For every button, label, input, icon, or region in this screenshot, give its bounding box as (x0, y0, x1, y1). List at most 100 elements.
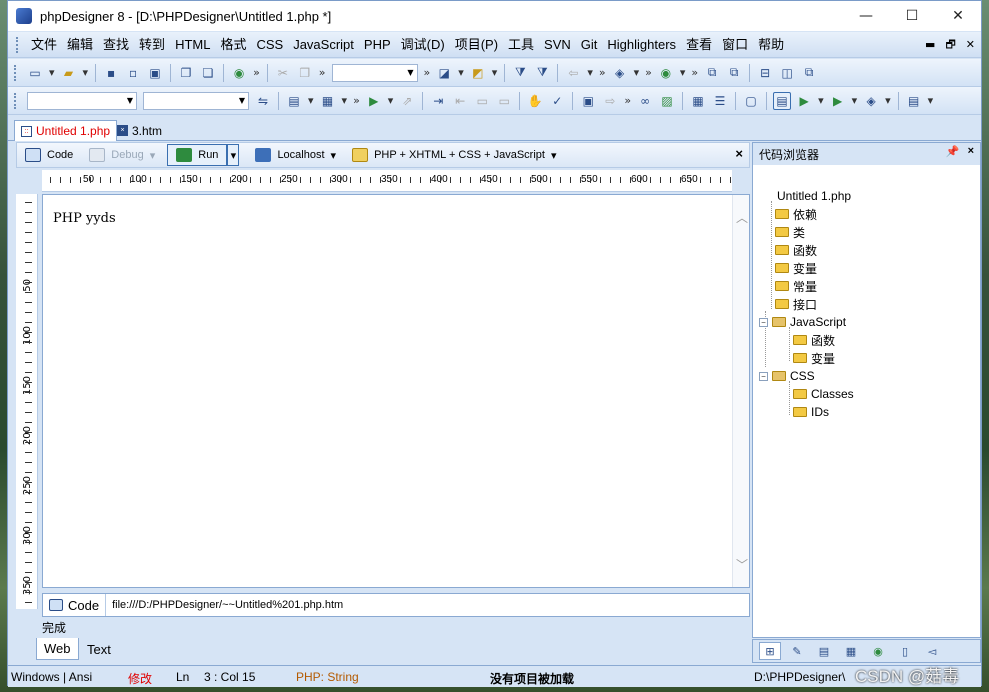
run-dropdown[interactable]: ▾ (227, 144, 240, 166)
overflow-icon[interactable]: » (645, 66, 652, 79)
menu-debug[interactable]: 调试(D) (396, 32, 450, 58)
preview-url[interactable]: file:///D:/PHPDesigner/~~Untitled%201.ph… (106, 599, 343, 611)
tag-tab-icon[interactable]: ◅ (921, 642, 943, 660)
table-icon[interactable]: ▦ (689, 92, 707, 110)
tab-untitled-1-php[interactable]: :: Untitled 1.php (14, 120, 118, 141)
snippet-icon[interactable]: ◩ (469, 64, 487, 82)
validate-icon[interactable]: ◈ (611, 64, 629, 82)
run-button[interactable]: Run (167, 144, 228, 166)
chevron-down-icon[interactable]: ▾ (388, 94, 394, 107)
tab-3-htm[interactable]: × 3.htm (111, 120, 168, 141)
tree-node-js-functions[interactable]: 函数 (793, 331, 835, 349)
chevron-down-icon[interactable]: ▾ (492, 66, 498, 79)
debug-arrow-icon[interactable]: ▶ (365, 92, 383, 110)
code-explorer-tab-icon[interactable]: ⊞ (759, 642, 781, 660)
list-icon[interactable]: ☰ (711, 92, 729, 110)
toolbar-grip[interactable] (14, 92, 18, 109)
library-tab-icon[interactable]: ▦ (840, 642, 862, 660)
open-folder-icon[interactable]: ▰ (60, 64, 78, 82)
mdi-close-button[interactable]: ✕ (966, 32, 975, 58)
toolbar-grip[interactable] (14, 64, 18, 81)
web-tab-icon[interactable]: ◉ (867, 642, 889, 660)
profile-button[interactable]: PHP + XHTML + CSS + JavaScript ▾ (344, 144, 564, 166)
code-view-icon[interactable]: ▤ (773, 91, 792, 110)
link-icon[interactable]: ∞ (636, 92, 654, 110)
form-icon[interactable]: ▤ (285, 92, 303, 110)
code-button[interactable]: Code (17, 144, 81, 166)
encoding-combo[interactable]: ▼ (143, 91, 249, 110)
menu-tools[interactable]: 工具 (503, 32, 539, 58)
save-as-icon[interactable]: ▫ (124, 64, 142, 82)
save-all-icon[interactable]: ▣ (146, 64, 164, 82)
template-icon[interactable]: ▣ (579, 92, 597, 110)
address-code-button[interactable]: Code (43, 594, 107, 616)
collapse-icon[interactable]: − (759, 371, 768, 381)
collapse-icon[interactable]: − (759, 317, 768, 327)
minimize-button[interactable]: — (843, 1, 889, 31)
menu-file[interactable]: 文件 (26, 32, 62, 58)
filter-icon[interactable]: ⧩ (511, 64, 529, 82)
maximize-button[interactable]: ☐ (889, 1, 935, 31)
filter-options-icon[interactable]: ⧩ (533, 64, 551, 82)
menu-git[interactable]: Git (576, 32, 603, 58)
preview-globe-icon[interactable]: ◉ (657, 64, 675, 82)
outdent-icon[interactable]: ⇤ (451, 92, 469, 110)
tree-node-css[interactable]: − CSS (759, 367, 815, 385)
panel-close-button[interactable]: × (968, 145, 974, 158)
overflow-icon[interactable]: » (599, 66, 606, 79)
close-button[interactable]: ✕ (935, 1, 981, 31)
div-icon[interactable]: ▢ (742, 92, 760, 110)
overflow-icon[interactable]: » (691, 66, 698, 79)
menu-edit[interactable]: 编辑 (62, 32, 98, 58)
chevron-down-icon[interactable]: ▾ (852, 94, 858, 107)
menu-format[interactable]: 格式 (215, 32, 251, 58)
indent-icon[interactable]: ⇥ (429, 92, 447, 110)
chevron-down-icon[interactable]: ▾ (308, 94, 314, 107)
tree-node-constants[interactable]: 常量 (775, 277, 817, 295)
copy-file-icon[interactable]: ❐ (177, 64, 195, 82)
insert-icon[interactable]: ▦ (319, 92, 337, 110)
chevron-down-icon[interactable]: ▾ (587, 66, 593, 79)
tree-node-classes[interactable]: 类 (775, 223, 805, 241)
editor-close-button[interactable]: × (735, 146, 743, 161)
tree-node-interfaces[interactable]: 接口 (775, 295, 817, 313)
tree-node-javascript[interactable]: − JavaScript (759, 313, 846, 331)
toolbar-grip[interactable] (16, 36, 20, 53)
chevron-down-icon[interactable]: ▾ (342, 94, 348, 107)
edit-tab-icon[interactable]: ✎ (786, 642, 808, 660)
mdi-minimize-button[interactable]: ▬ (925, 32, 935, 58)
browser-globe-icon[interactable]: ◉ (230, 64, 248, 82)
code-editor[interactable]: PHP yyds ︿ ﹀ (42, 194, 750, 588)
menu-svn[interactable]: SVN (539, 32, 576, 58)
hand-icon[interactable]: ✋ (526, 92, 544, 110)
scroll-down-icon[interactable]: ﹀ (736, 556, 748, 573)
menu-goto[interactable]: 转到 (134, 32, 170, 58)
overflow-icon[interactable]: » (253, 66, 260, 79)
paste-file-icon[interactable]: ❏ (199, 64, 217, 82)
menu-view[interactable]: 查看 (681, 32, 717, 58)
step-icon[interactable]: ⇗ (398, 92, 416, 110)
scroll-up-icon[interactable]: ︿ (736, 209, 748, 226)
chevron-down-icon[interactable]: ▾ (885, 94, 891, 107)
deploy-icon[interactable]: ◈ (862, 92, 880, 110)
chevron-down-icon[interactable]: ▾ (818, 94, 824, 107)
chevron-down-icon[interactable]: ▾ (49, 66, 55, 79)
pin-icon[interactable]: 📌 (946, 145, 960, 158)
menu-php[interactable]: PHP (359, 32, 396, 58)
menu-javascript[interactable]: JavaScript (288, 32, 359, 58)
tab-text[interactable]: Text (80, 638, 118, 660)
cut-icon[interactable]: ✂ (274, 64, 292, 82)
settings-icon[interactable]: ▤ (905, 92, 923, 110)
copy-icon[interactable]: ❐ (296, 64, 314, 82)
spellcheck-icon[interactable]: ✓ (548, 92, 566, 110)
font-combo[interactable]: ▼ (331, 63, 418, 82)
mdi-restore-button[interactable]: 🗗 (945, 32, 955, 58)
export-icon[interactable]: ⇨ (601, 92, 619, 110)
uncomment-icon[interactable]: ▭ (495, 92, 513, 110)
language-combo[interactable]: ▼ (27, 91, 137, 110)
tree-node-css-ids[interactable]: IDs (793, 403, 829, 421)
overflow-icon[interactable]: » (624, 94, 631, 107)
tree-node-functions[interactable]: 函数 (775, 241, 817, 259)
menu-css[interactable]: CSS (251, 32, 288, 58)
image-icon[interactable]: ▨ (658, 92, 676, 110)
